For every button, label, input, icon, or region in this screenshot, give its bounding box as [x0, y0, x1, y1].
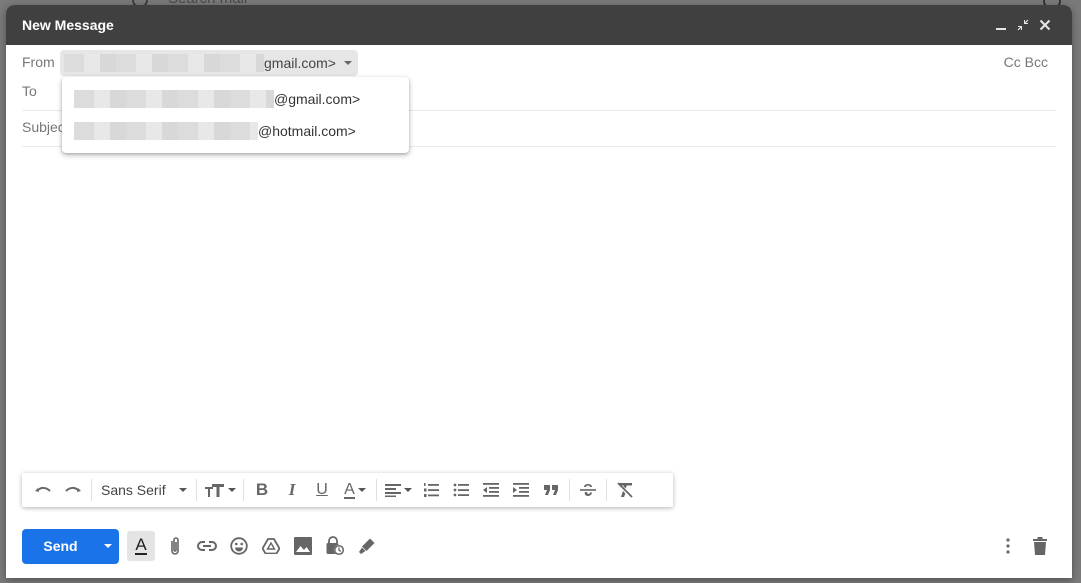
strikethrough-icon	[580, 484, 596, 496]
chevron-down-icon	[227, 488, 236, 492]
redacted-address	[74, 122, 258, 140]
insert-signature-button[interactable]	[351, 530, 383, 562]
compose-window: New Message From gmail.com> Cc Bcc To Su…	[6, 5, 1072, 578]
bottom-toolbar: Send A	[22, 528, 1056, 564]
bold-button[interactable]: B	[247, 476, 277, 504]
remove-formatting-icon	[617, 482, 633, 498]
link-icon	[197, 541, 217, 551]
font-size-button[interactable]	[200, 476, 240, 504]
chevron-down-icon	[403, 488, 412, 492]
chevron-down-icon	[357, 488, 366, 492]
divider	[91, 479, 92, 501]
formatting-icon: A	[135, 535, 147, 555]
underline-icon: U	[316, 481, 328, 498]
photo-icon	[294, 537, 312, 555]
insert-link-button[interactable]	[191, 530, 223, 562]
undo-button[interactable]	[28, 476, 58, 504]
chevron-down-icon	[103, 544, 112, 548]
from-option-suffix: @hotmail.com>	[258, 123, 356, 139]
discard-draft-button[interactable]	[1024, 530, 1056, 562]
font-family-value: Sans Serif	[101, 482, 166, 498]
font-family-select[interactable]: Sans Serif	[95, 476, 193, 504]
redacted-address	[74, 90, 274, 108]
divider	[606, 479, 607, 501]
align-button[interactable]	[380, 476, 416, 504]
insert-emoji-button[interactable]	[223, 530, 255, 562]
bulleted-list-button[interactable]	[446, 476, 476, 504]
chevron-down-icon	[343, 61, 352, 65]
attach-files-button[interactable]	[159, 530, 191, 562]
undo-icon	[35, 486, 51, 492]
quote-button[interactable]	[536, 476, 566, 504]
divider	[243, 479, 244, 501]
send-label: Send	[43, 538, 78, 554]
italic-button[interactable]: I	[277, 476, 307, 504]
italic-icon: I	[288, 480, 296, 499]
lock-clock-icon	[326, 536, 345, 556]
from-dropdown: @gmail.com> @hotmail.com>	[62, 77, 409, 153]
to-label: To	[22, 83, 37, 99]
text-color-button[interactable]: A	[337, 476, 373, 504]
formatting-options-button[interactable]: A	[127, 531, 155, 561]
divider	[376, 479, 377, 501]
pen-icon	[359, 538, 375, 554]
send-button[interactable]: Send	[22, 528, 119, 564]
indent-more-icon	[513, 483, 529, 497]
close-button[interactable]	[1034, 14, 1056, 36]
from-value: gmail.com>	[264, 55, 336, 71]
trash-icon	[1033, 537, 1047, 555]
confidential-mode-button[interactable]	[319, 530, 351, 562]
text-color-icon: A	[344, 480, 355, 499]
from-option[interactable]: @hotmail.com>	[62, 115, 409, 147]
compose-titlebar[interactable]: New Message	[6, 5, 1072, 45]
message-body[interactable]	[22, 150, 1056, 468]
from-option-suffix: @gmail.com>	[274, 91, 361, 107]
emoji-icon	[230, 537, 248, 555]
paperclip-icon	[171, 537, 179, 555]
chevron-down-icon	[179, 488, 187, 492]
exit-full-screen-button[interactable]	[1012, 14, 1034, 36]
exit-full-screen-icon	[1017, 19, 1029, 31]
more-vert-icon	[1006, 538, 1010, 554]
from-select[interactable]: gmail.com>	[60, 50, 358, 76]
from-option[interactable]: @gmail.com>	[62, 83, 409, 115]
from-label: From	[22, 54, 55, 70]
font-size-icon	[204, 484, 224, 497]
minimize-icon	[996, 28, 1006, 30]
insert-photo-button[interactable]	[287, 530, 319, 562]
bold-icon: B	[255, 480, 269, 499]
close-icon	[1039, 19, 1051, 31]
indent-less-button[interactable]	[476, 476, 506, 504]
cc-bcc-link[interactable]: Cc Bcc	[1004, 54, 1048, 70]
redo-icon	[65, 486, 81, 492]
insert-drive-button[interactable]	[255, 530, 287, 562]
remove-formatting-button[interactable]	[610, 476, 640, 504]
underline-button[interactable]: U	[307, 476, 337, 504]
more-options-button[interactable]	[992, 530, 1024, 562]
numbered-list-icon	[424, 483, 439, 497]
indent-more-button[interactable]	[506, 476, 536, 504]
drive-icon	[262, 538, 280, 554]
redo-button[interactable]	[58, 476, 88, 504]
send-options-button[interactable]	[93, 529, 119, 564]
formatting-toolbar: Sans Serif B I U A	[22, 473, 673, 507]
minimize-button[interactable]	[990, 14, 1012, 36]
align-left-icon	[384, 484, 401, 497]
redacted-name	[64, 54, 264, 72]
bulleted-list-icon	[453, 483, 469, 497]
strikethrough-button[interactable]	[573, 476, 603, 504]
indent-less-icon	[483, 483, 499, 497]
compose-title: New Message	[22, 17, 114, 33]
numbered-list-button[interactable]	[416, 476, 446, 504]
divider	[569, 479, 570, 501]
divider	[196, 479, 197, 501]
quote-icon	[544, 485, 558, 495]
